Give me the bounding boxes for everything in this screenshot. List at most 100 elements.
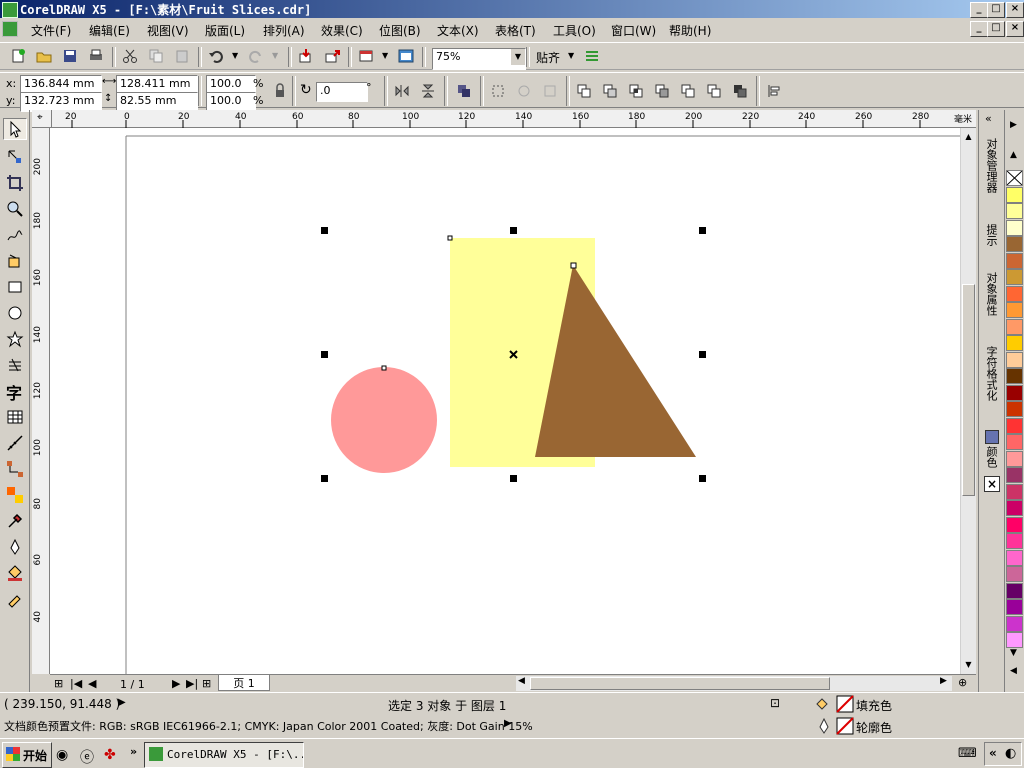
docker-collapse-icon[interactable]: « xyxy=(985,112,992,125)
eyedropper-tool-icon[interactable] xyxy=(6,512,24,530)
palette-swatch[interactable] xyxy=(1006,236,1023,252)
launcher-dropdown-icon[interactable]: ▼ xyxy=(382,51,388,60)
table-tool-icon[interactable] xyxy=(6,408,24,426)
welcome-screen-icon[interactable] xyxy=(398,48,414,64)
maximize-button[interactable]: □ xyxy=(987,2,1005,18)
horizontal-scrollbar[interactable]: ◀ ▶ xyxy=(516,676,952,691)
previous-page-icon[interactable]: ◀ xyxy=(88,677,96,690)
fill-tool-icon[interactable] xyxy=(6,564,24,582)
application-launcher-icon[interactable] xyxy=(358,48,374,64)
horizontal-scroll-thumb[interactable] xyxy=(530,677,830,690)
docker-tab-character-formatting[interactable]: 字符格式化 xyxy=(982,346,1000,428)
palette-up-arrow-icon[interactable]: ▲ xyxy=(1010,150,1017,160)
palette-swatch[interactable] xyxy=(1006,500,1023,516)
crop-tool-icon[interactable] xyxy=(6,174,24,192)
app-quicklaunch-icon[interactable]: ✤ xyxy=(104,747,116,763)
menu-bitmaps[interactable]: 位图(B) xyxy=(379,22,421,39)
next-page-icon[interactable]: ▶ xyxy=(172,677,180,690)
basic-shapes-tool-icon[interactable] xyxy=(6,356,24,374)
palette-swatch[interactable] xyxy=(1006,318,1023,335)
palette-expand-icon[interactable]: ◀ xyxy=(1010,666,1017,676)
color-profile-expand-icon[interactable]: ▶ xyxy=(504,718,512,729)
palette-swatch[interactable] xyxy=(1006,533,1023,549)
undo-icon[interactable] xyxy=(208,48,224,64)
docker-close-icon[interactable]: × xyxy=(984,476,1000,492)
drawing-canvas[interactable] xyxy=(50,128,960,674)
first-page-icon[interactable]: |◀ xyxy=(70,677,82,690)
insert-page-before-icon[interactable]: ⊞ xyxy=(54,677,63,690)
undo-dropdown-icon[interactable]: ▼ xyxy=(232,51,238,60)
minimize-button[interactable]: _ xyxy=(970,2,988,18)
doc-close-button[interactable]: × xyxy=(1006,21,1024,37)
cut-icon[interactable] xyxy=(122,48,138,64)
pink-circle[interactable] xyxy=(331,367,437,473)
no-outline-swatch-icon[interactable] xyxy=(836,717,854,735)
menu-help[interactable]: 帮助(H) xyxy=(669,22,711,39)
mirror-vertical-icon[interactable] xyxy=(420,83,436,99)
zoom-navigator-icon[interactable]: ⊕ xyxy=(958,676,967,689)
palette-swatch[interactable] xyxy=(1006,186,1023,203)
vertical-scroll-thumb[interactable] xyxy=(962,284,975,496)
redo-dropdown-icon[interactable]: ▼ xyxy=(272,51,278,60)
status-expand-icon[interactable]: ▶ xyxy=(118,697,126,708)
copy-icon[interactable] xyxy=(148,48,164,64)
palette-swatch[interactable] xyxy=(1006,632,1023,648)
ruler-origin[interactable]: ⌖ xyxy=(32,110,52,128)
palette-swatch[interactable] xyxy=(1006,516,1023,533)
tray-expand-icon[interactable]: « xyxy=(989,746,997,760)
options-icon[interactable] xyxy=(584,48,600,64)
menu-file[interactable]: 文件(F) xyxy=(31,22,71,39)
export-icon[interactable] xyxy=(324,48,340,64)
ungroup-all-icon[interactable] xyxy=(516,83,532,99)
create-boundary-icon[interactable] xyxy=(732,83,748,99)
blend-tool-icon[interactable] xyxy=(6,486,24,504)
front-minus-back-icon[interactable] xyxy=(680,83,696,99)
palette-swatch[interactable] xyxy=(1006,417,1023,434)
print-icon[interactable] xyxy=(88,48,104,64)
palette-swatch[interactable] xyxy=(1006,615,1023,632)
smart-fill-tool-icon[interactable] xyxy=(6,252,24,270)
palette-swatch[interactable] xyxy=(1006,549,1023,566)
rectangle-tool-icon[interactable] xyxy=(6,278,24,296)
page-tab-1[interactable]: 页 1 xyxy=(218,675,270,691)
docker-tab-hints[interactable]: 提示 xyxy=(982,224,1000,264)
keyboard-tray-icon[interactable]: ⌨ xyxy=(958,746,977,761)
palette-down-arrow-icon[interactable]: ▼ xyxy=(1010,648,1017,658)
menu-layout[interactable]: 版面(L) xyxy=(205,22,245,39)
trim-icon[interactable] xyxy=(602,83,618,99)
menu-view[interactable]: 视图(V) xyxy=(147,22,189,39)
last-page-icon[interactable]: ▶| xyxy=(186,677,198,690)
combine-icon[interactable] xyxy=(542,83,558,99)
menu-tools[interactable]: 工具(O) xyxy=(553,22,596,39)
palette-swatch[interactable] xyxy=(1006,302,1023,318)
no-fill-swatch-icon[interactable] xyxy=(836,695,854,713)
palette-swatch[interactable] xyxy=(1006,582,1023,599)
snap-to-button[interactable]: 贴齐 xyxy=(536,49,560,66)
new-document-icon[interactable] xyxy=(10,48,26,64)
menu-arrange[interactable]: 排列(A) xyxy=(263,22,305,39)
zoom-level-select[interactable]: 75% ▼ xyxy=(432,48,526,70)
mirror-horizontal-icon[interactable] xyxy=(394,83,410,99)
polygon-tool-icon[interactable] xyxy=(6,330,24,348)
taskbar-coreldraw-button[interactable]: CorelDRAW X5 - [F:\... xyxy=(144,742,304,768)
connector-tool-icon[interactable] xyxy=(6,460,24,478)
docker-tab-object-manager[interactable]: 对象管理器 xyxy=(982,138,1000,218)
outline-pen-tool-icon[interactable] xyxy=(6,538,24,556)
palette-swatch[interactable] xyxy=(1006,170,1023,186)
palette-swatch[interactable] xyxy=(1006,285,1023,302)
doc-restore-button[interactable]: □ xyxy=(987,21,1005,37)
pick-tool-icon[interactable] xyxy=(6,120,24,138)
y-position-input[interactable]: 132.723 mm xyxy=(20,92,102,112)
simplify-icon[interactable] xyxy=(654,83,670,99)
docker-tab-color[interactable]: 颜色 xyxy=(982,446,1000,476)
close-button[interactable]: × xyxy=(1006,2,1024,18)
snap-status-icon[interactable]: ⊡ xyxy=(770,696,780,710)
palette-swatch[interactable] xyxy=(1006,450,1023,467)
text-tool-icon[interactable]: 字 xyxy=(6,380,24,403)
doc-minimize-button[interactable]: _ xyxy=(970,21,988,37)
docker-tab-object-properties[interactable]: 对象属性 xyxy=(982,272,1000,342)
palette-scroll-up-icon[interactable]: ▶ xyxy=(1010,120,1017,130)
insert-page-after-icon[interactable]: ⊞ xyxy=(202,677,211,690)
palette-swatch[interactable] xyxy=(1006,351,1023,368)
palette-swatch[interactable] xyxy=(1006,599,1023,615)
